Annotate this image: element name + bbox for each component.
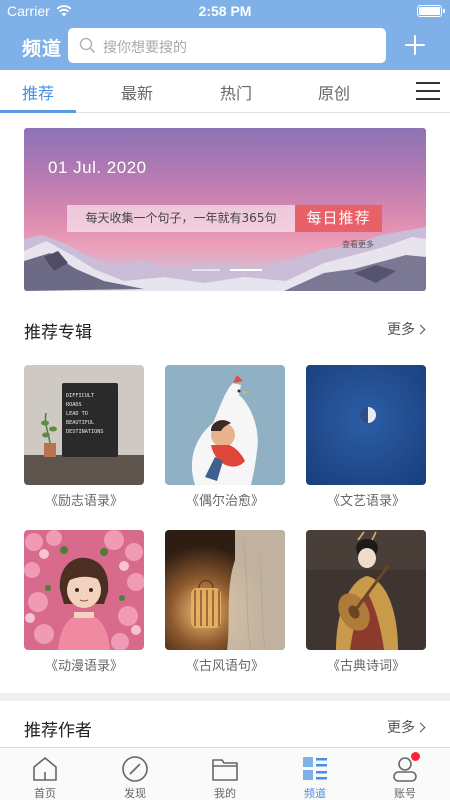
album-label: 《古风语句》 xyxy=(185,659,264,674)
clock: 2:58 PM xyxy=(198,3,252,19)
channel-icon xyxy=(303,757,327,780)
tabbar-label: 账号 xyxy=(394,787,416,800)
album-label: 《文艺语录》 xyxy=(326,494,405,509)
battery-icon xyxy=(417,5,445,17)
search-icon xyxy=(79,37,96,54)
banner-date: 01 Jul. 2020 xyxy=(48,158,147,177)
tabbar-item-mine[interactable]: 我的 xyxy=(180,748,270,800)
tabbar-item-account[interactable]: 账号 xyxy=(360,748,450,800)
album-card[interactable]: 《动漫语录》 xyxy=(24,530,144,674)
banner-see-more[interactable]: 查看更多 xyxy=(342,239,374,250)
add-button[interactable] xyxy=(400,30,430,60)
tabbar-label: 我的 xyxy=(214,787,236,800)
authors-more-link[interactable]: 更多 xyxy=(387,717,426,737)
tab-recommend[interactable]: 推荐 xyxy=(0,80,78,104)
page-title: 频道 xyxy=(22,38,63,60)
album-label: 《古典诗词》 xyxy=(326,659,405,674)
album-label: 《动漫语录》 xyxy=(44,659,123,674)
album-card[interactable]: 《偶尔治愈》 xyxy=(165,365,285,509)
home-icon xyxy=(33,757,57,781)
search-input[interactable]: 搜你想要搜的 xyxy=(68,28,386,63)
album-cover-image xyxy=(165,530,285,650)
albums-more-label: 更多 xyxy=(387,322,415,338)
carousel-indicator xyxy=(192,269,264,271)
search-placeholder: 搜你想要搜的 xyxy=(103,40,187,56)
album-card[interactable]: DIFFICULT ROADS LEAD TO BEAUTIFUL DESTIN… xyxy=(24,365,144,509)
section-divider xyxy=(0,693,450,701)
album-cover-image xyxy=(306,530,426,650)
chevron-right-icon xyxy=(415,722,426,733)
album-card[interactable]: 《文艺语录》 xyxy=(306,365,426,509)
category-tabs: 推荐 最新 热门 原创 xyxy=(0,70,450,113)
tab-latest[interactable]: 最新 xyxy=(97,80,177,104)
authors-section-title: 推荐作者 xyxy=(24,721,92,741)
album-cover-image xyxy=(24,530,144,650)
album-label: 《偶尔治愈》 xyxy=(185,494,264,509)
tab-hot[interactable]: 热门 xyxy=(196,80,276,104)
status-bar: Carrier 2:58 PM xyxy=(0,0,450,22)
albums-more-link[interactable]: 更多 xyxy=(387,319,426,339)
folder-icon xyxy=(212,759,238,781)
authors-more-label: 更多 xyxy=(387,720,415,736)
notification-badge xyxy=(411,752,420,761)
svg-text:LEAD TO: LEAD TO xyxy=(66,411,88,417)
tab-indicator xyxy=(0,110,76,113)
tabbar-label: 首页 xyxy=(34,787,56,800)
album-card[interactable]: 《古典诗词》 xyxy=(306,530,426,674)
menu-icon[interactable] xyxy=(416,80,440,102)
tabbar-label: 发现 xyxy=(124,787,146,800)
albums-section-title: 推荐专辑 xyxy=(24,323,92,343)
daily-banner[interactable]: 01 Jul. 2020 每天收集一个句子，一年就有365句 每日推荐 查看更多 xyxy=(24,128,426,291)
album-card[interactable]: 《古风语句》 xyxy=(165,530,285,674)
svg-text:ROADS: ROADS xyxy=(66,402,82,408)
svg-text:DESTINATIONS: DESTINATIONS xyxy=(66,429,103,435)
album-label: 《励志语录》 xyxy=(44,494,123,509)
album-cover-image: DIFFICULT ROADS LEAD TO BEAUTIFUL DESTIN… xyxy=(24,365,144,485)
compass-icon xyxy=(122,756,148,782)
daily-recommend-button[interactable]: 每日推荐 xyxy=(295,205,382,232)
chevron-right-icon xyxy=(415,324,426,335)
album-cover-image xyxy=(165,365,285,485)
banner-quote: 每天收集一个句子，一年就有365句 xyxy=(67,205,295,232)
tabbar-item-discover[interactable]: 发现 xyxy=(90,748,180,800)
tab-original[interactable]: 原创 xyxy=(294,80,374,104)
tabbar-label: 频道 xyxy=(304,787,326,800)
bottom-tab-bar: 首页 发现 我的 频道 账号 xyxy=(0,747,450,800)
svg-text:BEAUTIFUL: BEAUTIFUL xyxy=(66,420,94,426)
letterboard-text: DIFFICULT xyxy=(66,393,94,399)
tabbar-item-channel[interactable]: 频道 xyxy=(270,748,360,800)
top-header: Carrier 2:58 PM 频道 搜你想要搜的 xyxy=(0,0,450,70)
tabbar-item-home[interactable]: 首页 xyxy=(0,748,90,800)
album-cover-image xyxy=(306,365,426,485)
